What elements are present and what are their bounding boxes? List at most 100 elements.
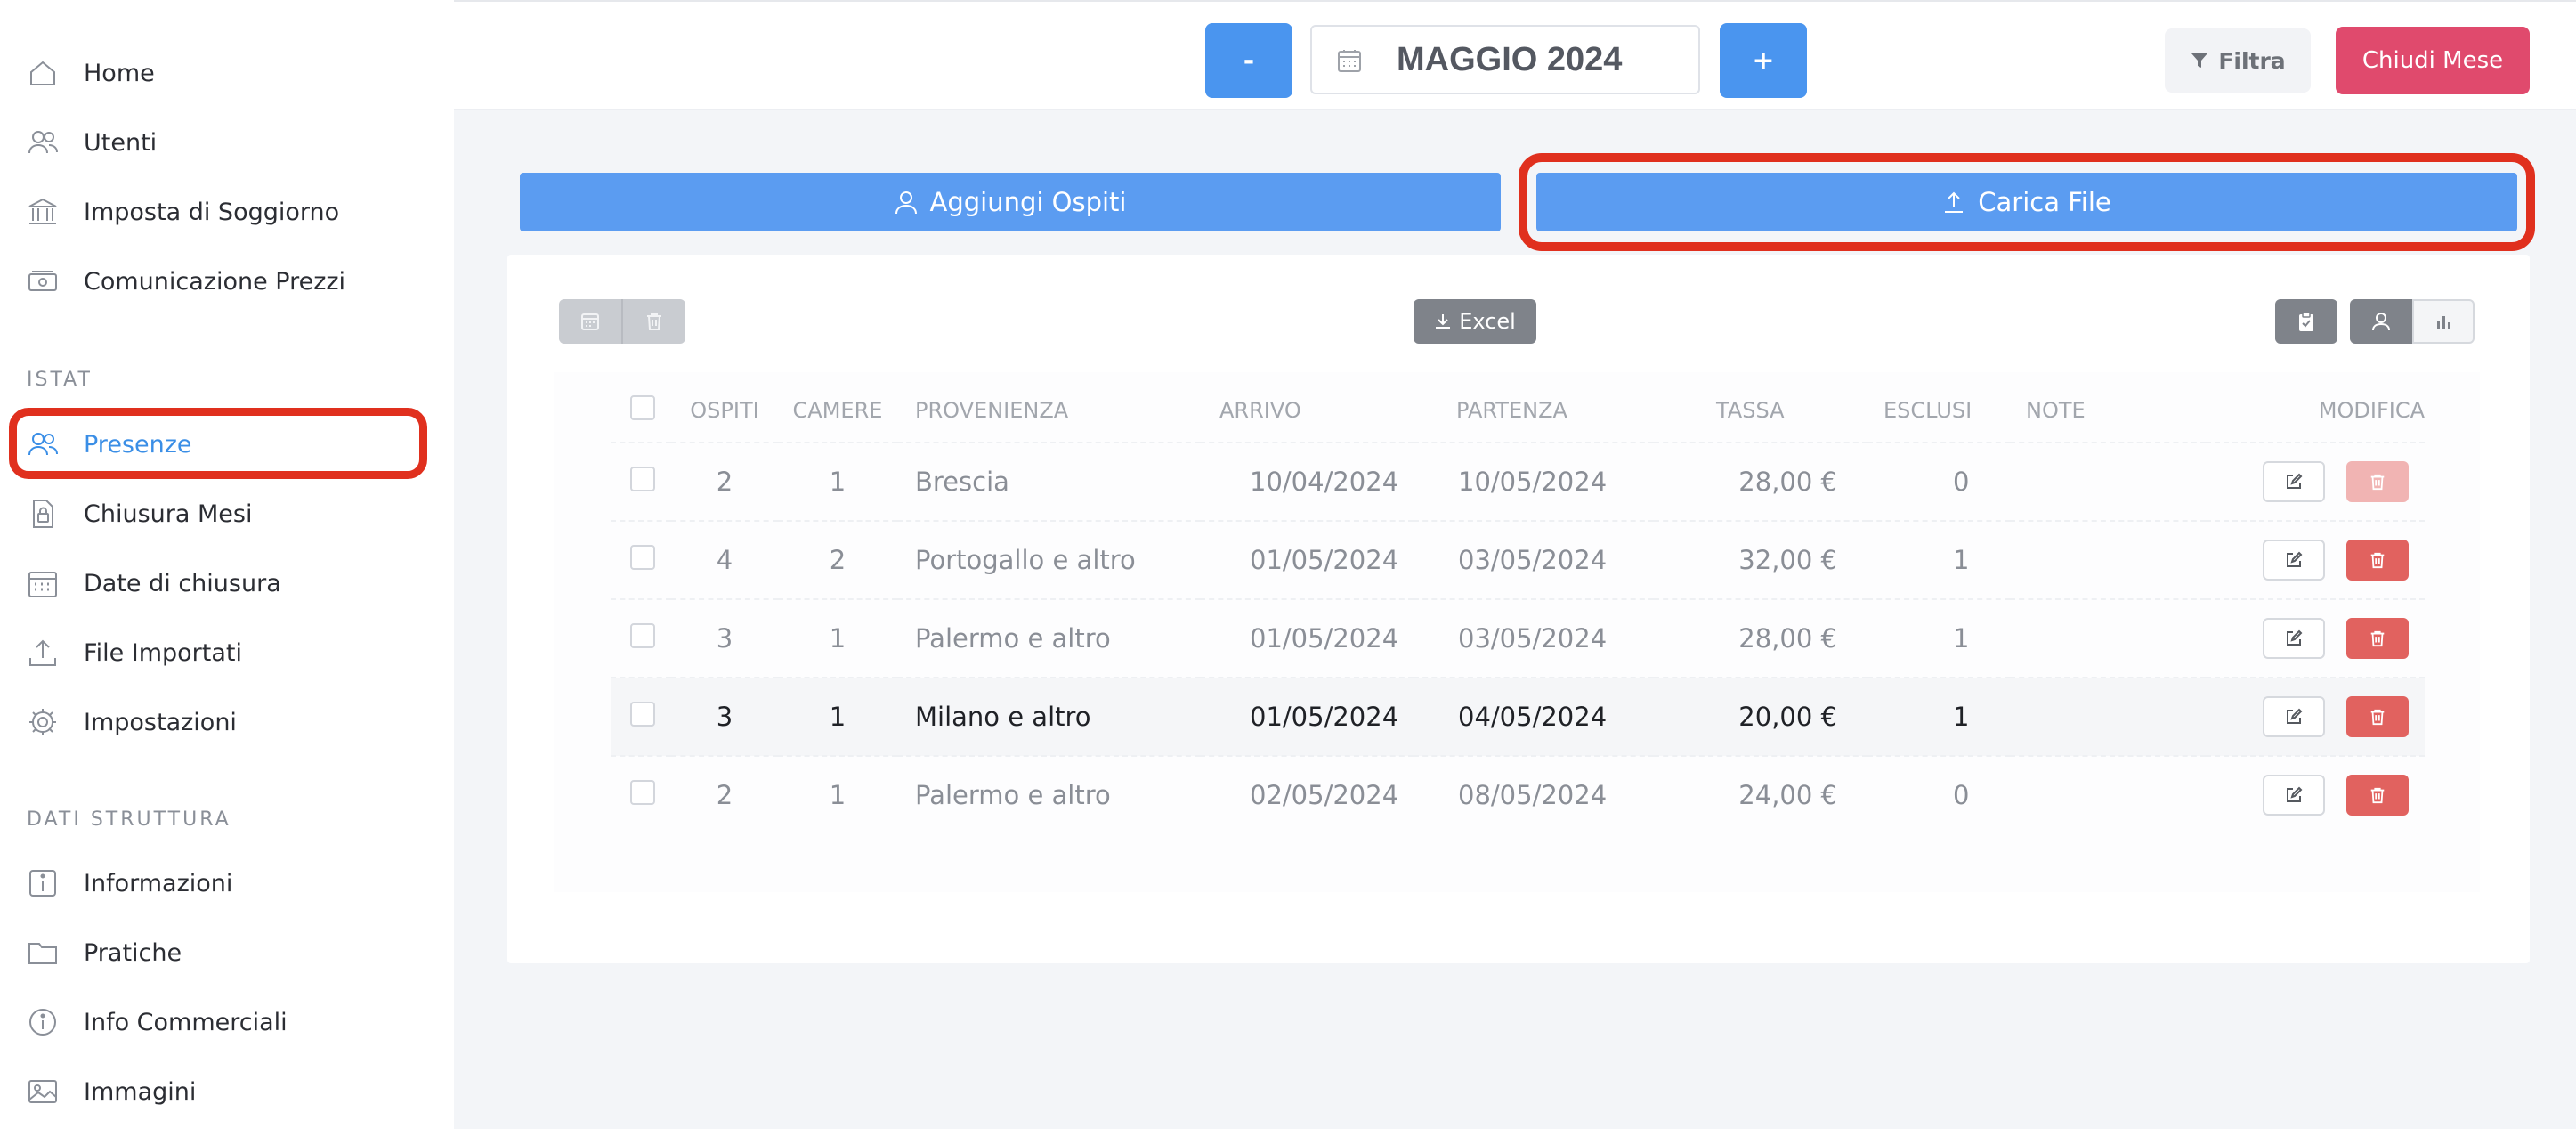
cell-partenza: 03/05/2024 (1414, 520, 1654, 599)
view-toggle-group (2350, 299, 2475, 344)
sidebar: Home Utenti Imposta di Soggiorno Comunic… (0, 0, 454, 1129)
sidebar-item-pratiche[interactable]: Pratiche (0, 918, 436, 987)
sidebar-item-info-commerciali[interactable]: Info Commerciali (0, 987, 436, 1057)
section-title-dati-struttura: DATI STRUTTURA (27, 808, 231, 831)
sidebar-item-informazioni[interactable]: Informazioni (0, 849, 436, 918)
month-picker[interactable]: MAGGIO 2024 (1310, 25, 1700, 94)
next-month-button[interactable]: + (1720, 23, 1807, 98)
clipboard-icon (2299, 312, 2313, 331)
sidebar-item-date-chiusura[interactable]: Date di chiusura (0, 548, 436, 618)
cell-provenienza: Portogallo e altro (897, 520, 1200, 599)
bank-icon (28, 198, 57, 224)
edit-icon (2287, 708, 2303, 724)
table-row: 3 1 Palermo e altro 01/05/2024 03/05/202… (611, 598, 2425, 678)
cell-note (2010, 442, 2206, 521)
sidebar-item-label: Impostazioni (84, 708, 237, 736)
table-row: 2 1 Brescia 10/04/2024 10/05/2024 28,00 … (611, 442, 2425, 521)
cell-esclusi: 1 (1867, 598, 2010, 678)
sidebar-item-immagini[interactable]: Immagini (0, 1057, 436, 1126)
edit-button[interactable] (2263, 696, 2325, 737)
money-icon (28, 271, 57, 291)
clipboard-check-button[interactable] (2275, 299, 2337, 344)
sidebar-item-label: Informazioni (84, 869, 233, 898)
clipboard-button[interactable] (2275, 299, 2337, 344)
sidebar-item-chiusura-mesi[interactable]: Chiusura Mesi (0, 479, 436, 548)
view-guests-button[interactable] (2350, 299, 2412, 344)
cell-ospiti: 3 (671, 598, 778, 678)
sidebar-item-file-importati[interactable]: File Importati (0, 618, 436, 687)
filter-button[interactable]: Filtra (2165, 28, 2311, 93)
edit-button[interactable] (2263, 461, 2325, 502)
sidebar-item-label: Home (84, 59, 155, 87)
bulk-actions-group (559, 299, 685, 344)
sidebar-item-label: Info Commerciali (84, 1008, 288, 1036)
edit-icon (2287, 629, 2303, 646)
cell-arrivo: 02/05/2024 (1200, 755, 1414, 833)
close-month-button[interactable]: Chiudi Mese (2336, 27, 2530, 94)
row-checkbox[interactable] (630, 779, 655, 805)
delete-button[interactable] (2346, 540, 2409, 581)
row-checkbox[interactable] (630, 544, 655, 570)
highlight-carica-file (1519, 153, 2535, 251)
cell-arrivo: 10/04/2024 (1200, 442, 1414, 521)
cell-partenza: 08/05/2024 (1414, 755, 1654, 833)
edit-button[interactable] (2263, 540, 2325, 581)
select-all-checkbox[interactable] (630, 395, 655, 420)
cell-note (2010, 598, 2206, 678)
cell-camere: 2 (778, 520, 897, 599)
cell-esclusi: 0 (1867, 442, 2010, 521)
trash-icon (2370, 787, 2385, 804)
view-stats-button[interactable] (2412, 299, 2475, 344)
cell-esclusi: 1 (1867, 520, 2010, 599)
info-circle-icon (29, 1009, 56, 1036)
sidebar-item-label: Imposta di Soggiorno (84, 198, 340, 226)
delete-button[interactable] (2346, 618, 2409, 659)
gear-icon (29, 709, 56, 735)
sidebar-item-label: Immagini (84, 1077, 197, 1106)
cell-provenienza: Palermo e altro (897, 755, 1200, 833)
bulk-delete-button[interactable] (621, 299, 685, 344)
user-icon (895, 191, 917, 215)
info-square-icon (29, 870, 56, 897)
col-partenza: PARTENZA (1456, 398, 1567, 423)
row-checkbox[interactable] (630, 701, 655, 727)
table-row: 2 1 Palermo e altro 02/05/2024 08/05/202… (611, 755, 2425, 833)
row-checkbox[interactable] (630, 466, 655, 491)
table-row: 4 2 Portogallo e altro 01/05/2024 03/05/… (611, 520, 2425, 599)
highlight-presenze (9, 408, 427, 479)
delete-button[interactable] (2346, 696, 2409, 737)
bar-chart-icon (2437, 316, 2450, 329)
sidebar-item-home[interactable]: Home (0, 38, 436, 108)
row-checkbox[interactable] (630, 622, 655, 648)
excel-export-button[interactable]: Excel (1414, 299, 1536, 344)
edit-button[interactable] (2263, 618, 2325, 659)
sidebar-item-label: Chiusura Mesi (84, 500, 253, 528)
cell-note (2010, 677, 2206, 756)
cell-ospiti: 2 (671, 442, 778, 521)
delete-button[interactable] (2346, 775, 2409, 816)
calendar-icon (28, 572, 57, 597)
sidebar-item-label: Pratiche (84, 938, 182, 967)
upload-icon (29, 639, 56, 666)
sidebar-item-imposta-soggiorno[interactable]: Imposta di Soggiorno (0, 177, 436, 247)
sidebar-item-utenti[interactable]: Utenti (0, 108, 436, 177)
cell-camere: 1 (778, 442, 897, 521)
previous-month-button[interactable]: - (1205, 23, 1292, 98)
edit-icon (2287, 551, 2303, 567)
section-title-istat: ISTAT (27, 369, 93, 391)
calendar-icon (1338, 50, 1361, 72)
sidebar-item-comunicazione-prezzi[interactable]: Comunicazione Prezzi (0, 247, 436, 316)
sidebar-item-impostazioni[interactable]: Impostazioni (0, 687, 436, 757)
add-guests-button[interactable]: Aggiungi Ospiti (520, 173, 1501, 231)
col-tassa: TASSA (1716, 398, 1785, 423)
presenze-table: OSPITI CAMERE PROVENIENZA ARRIVO PARTENZ… (611, 379, 2425, 833)
col-esclusi: ESCLUSI (1883, 398, 1973, 423)
cell-arrivo: 01/05/2024 (1200, 677, 1414, 756)
cell-partenza: 10/05/2024 (1414, 442, 1654, 521)
delete-button[interactable] (2346, 461, 2409, 502)
edit-button[interactable] (2263, 775, 2325, 816)
bulk-date-button[interactable] (559, 299, 621, 344)
cell-provenienza: Milano e altro (897, 677, 1200, 756)
sidebar-item-label: Date di chiusura (84, 569, 281, 597)
sidebar-item-label: File Importati (84, 638, 243, 667)
